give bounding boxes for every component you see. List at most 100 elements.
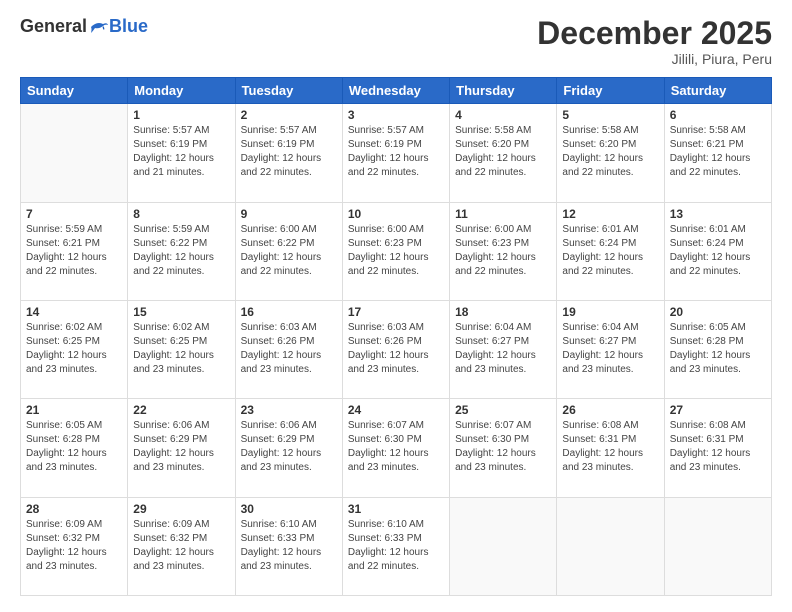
calendar-cell: 10 Sunrise: 6:00 AM Sunset: 6:23 PM Dayli… [342,202,449,300]
calendar-cell: 1Sunrise: 5:57 AM Sunset: 6:19 PM Daylig… [128,104,235,202]
calendar-week-row: 7 Sunrise: 5:59 AM Sunset: 6:21 PM Daylig… [21,202,772,300]
day-number: 10 [348,207,444,221]
day-header-thursday: Thursday [450,78,557,104]
logo: General Blue [20,16,148,37]
calendar-cell: 15Sunrise: 6:02 AM Sunset: 6:25 PM Dayli… [128,300,235,398]
logo-general: General [20,16,87,37]
day-info: Sunrise: 5:59 AM Sunset: 6:22 PM Dayligh… [133,223,229,279]
day-info: Sunrise: 6:02 AM Sunset: 6:25 PM Dayligh… [26,321,122,377]
calendar-week-row: 1 Sunrise: 5:57 AM Sunset: 6:19 PM Daylig… [21,104,772,202]
day-info: Sunrise: 6:04 AM Sunset: 6:27 PM Dayligh… [455,321,551,377]
page: General Blue December 2025 Jilili, Piura… [0,0,792,612]
day-number: 29 [133,502,229,516]
day-number: 4 [455,108,551,122]
calendar-cell: 14Sunrise: 6:02 AM Sunset: 6:25 PM Dayli… [21,300,128,398]
calendar-cell: 21Sunrise: 6:05 AM Sunset: 6:28 PM Dayli… [21,399,128,497]
day-number: 5 [562,108,658,122]
calendar-cell: 13 Sunrise: 6:01 AM Sunset: 6:24 PM Dayli… [664,202,771,300]
location: Jilili, Piura, Peru [537,51,772,67]
calendar-cell: 3Sunrise: 5:57 AM Sunset: 6:19 PM Daylig… [342,104,449,202]
day-number: 19 [562,305,658,319]
calendar-cell: 4 Sunrise: 5:58 AM Sunset: 6:20 PM Daylig… [450,104,557,202]
day-number: 9 [241,207,337,221]
calendar-cell: 2 Sunrise: 5:57 AM Sunset: 6:19 PM Daylig… [235,104,342,202]
calendar-cell [557,497,664,595]
day-number: 2 [241,108,337,122]
calendar-cell: 9 Sunrise: 6:00 AM Sunset: 6:22 PM Daylig… [235,202,342,300]
day-number: 20 [670,305,766,319]
day-number: 6 [670,108,766,122]
day-number: 25 [455,403,551,417]
day-header-wednesday: Wednesday [342,78,449,104]
day-number: 17 [348,305,444,319]
calendar-cell: 28 Sunrise: 6:09 AM Sunset: 6:32 PM Dayli… [21,497,128,595]
day-info: Sunrise: 6:06 AM Sunset: 6:29 PM Dayligh… [133,419,229,475]
day-number: 8 [133,207,229,221]
day-number: 31 [348,502,444,516]
calendar-cell: 6 Sunrise: 5:58 AM Sunset: 6:21 PM Daylig… [664,104,771,202]
day-number: 22 [133,403,229,417]
day-header-saturday: Saturday [664,78,771,104]
logo-blue: Blue [109,16,148,37]
day-info: Sunrise: 6:04 AM Sunset: 6:27 PM Dayligh… [562,321,658,377]
day-header-tuesday: Tuesday [235,78,342,104]
calendar-cell: 24Sunrise: 6:07 AM Sunset: 6:30 PM Dayli… [342,399,449,497]
day-number: 27 [670,403,766,417]
day-info: Sunrise: 6:00 AM Sunset: 6:23 PM Dayligh… [348,223,444,279]
day-info: Sunrise: 6:03 AM Sunset: 6:26 PM Dayligh… [348,321,444,377]
day-number: 23 [241,403,337,417]
calendar-cell: 30Sunrise: 6:10 AM Sunset: 6:33 PM Dayli… [235,497,342,595]
calendar-table: SundayMondayTuesdayWednesdayThursdayFrid… [20,77,772,596]
day-info: Sunrise: 6:09 AM Sunset: 6:32 PM Dayligh… [133,518,229,574]
calendar-cell: 8 Sunrise: 5:59 AM Sunset: 6:22 PM Daylig… [128,202,235,300]
day-info: Sunrise: 6:00 AM Sunset: 6:22 PM Dayligh… [241,223,337,279]
calendar-cell: 16 Sunrise: 6:03 AM Sunset: 6:26 PM Dayli… [235,300,342,398]
day-info: Sunrise: 6:00 AM Sunset: 6:23 PM Dayligh… [455,223,551,279]
calendar-cell: 19 Sunrise: 6:04 AM Sunset: 6:27 PM Dayli… [557,300,664,398]
day-number: 16 [241,305,337,319]
day-info: Sunrise: 6:01 AM Sunset: 6:24 PM Dayligh… [670,223,766,279]
calendar-cell: 29 Sunrise: 6:09 AM Sunset: 6:32 PM Dayli… [128,497,235,595]
day-number: 1 [133,108,229,122]
day-info: Sunrise: 6:10 AM Sunset: 6:33 PM Dayligh… [241,518,337,574]
day-info: Sunrise: 5:58 AM Sunset: 6:21 PM Dayligh… [670,124,766,180]
day-info: Sunrise: 5:59 AM Sunset: 6:21 PM Dayligh… [26,223,122,279]
day-info: Sunrise: 6:09 AM Sunset: 6:32 PM Dayligh… [26,518,122,574]
calendar-cell: 27 Sunrise: 6:08 AM Sunset: 6:31 PM Dayli… [664,399,771,497]
day-info: Sunrise: 6:08 AM Sunset: 6:31 PM Dayligh… [670,419,766,475]
calendar-cell: 11 Sunrise: 6:00 AM Sunset: 6:23 PM Dayli… [450,202,557,300]
calendar-cell: 12Sunrise: 6:01 AM Sunset: 6:24 PM Dayli… [557,202,664,300]
day-number: 26 [562,403,658,417]
calendar-cell: 23 Sunrise: 6:06 AM Sunset: 6:29 PM Dayli… [235,399,342,497]
day-number: 11 [455,207,551,221]
day-number: 15 [133,305,229,319]
calendar-cell: 20Sunrise: 6:05 AM Sunset: 6:28 PM Dayli… [664,300,771,398]
day-info: Sunrise: 6:06 AM Sunset: 6:29 PM Dayligh… [241,419,337,475]
day-header-sunday: Sunday [21,78,128,104]
day-info: Sunrise: 5:58 AM Sunset: 6:20 PM Dayligh… [455,124,551,180]
calendar-week-row: 28 Sunrise: 6:09 AM Sunset: 6:32 PM Dayli… [21,497,772,595]
day-number: 7 [26,207,122,221]
calendar-cell: 22 Sunrise: 6:06 AM Sunset: 6:29 PM Dayli… [128,399,235,497]
logo-text: General Blue [20,16,148,37]
calendar-cell [450,497,557,595]
day-number: 28 [26,502,122,516]
calendar-cell: 17 Sunrise: 6:03 AM Sunset: 6:26 PM Dayli… [342,300,449,398]
calendar-cell: 5Sunrise: 5:58 AM Sunset: 6:20 PM Daylig… [557,104,664,202]
day-info: Sunrise: 5:57 AM Sunset: 6:19 PM Dayligh… [241,124,337,180]
day-info: Sunrise: 6:05 AM Sunset: 6:28 PM Dayligh… [26,419,122,475]
day-number: 3 [348,108,444,122]
header: General Blue December 2025 Jilili, Piura… [20,16,772,67]
calendar-week-row: 14Sunrise: 6:02 AM Sunset: 6:25 PM Dayli… [21,300,772,398]
month-title: December 2025 [537,16,772,51]
day-number: 13 [670,207,766,221]
calendar-cell: 25Sunrise: 6:07 AM Sunset: 6:30 PM Dayli… [450,399,557,497]
calendar-cell: 7 Sunrise: 5:59 AM Sunset: 6:21 PM Daylig… [21,202,128,300]
day-number: 12 [562,207,658,221]
calendar-cell [664,497,771,595]
day-info: Sunrise: 6:03 AM Sunset: 6:26 PM Dayligh… [241,321,337,377]
logo-bird-icon [89,19,109,35]
day-number: 18 [455,305,551,319]
day-info: Sunrise: 6:10 AM Sunset: 6:33 PM Dayligh… [348,518,444,574]
calendar-cell: 26Sunrise: 6:08 AM Sunset: 6:31 PM Dayli… [557,399,664,497]
